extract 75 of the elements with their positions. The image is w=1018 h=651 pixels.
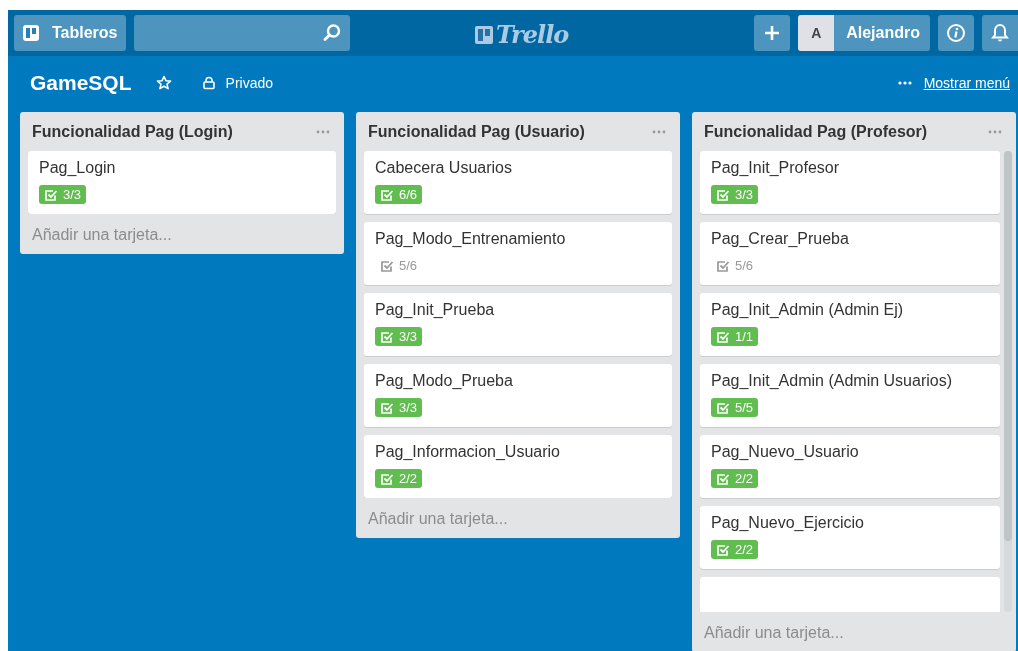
- more-icon[interactable]: [316, 130, 330, 134]
- checklist-count: 2/2: [375, 469, 423, 488]
- checklist-count: 3/3: [711, 185, 759, 204]
- show-menu-link[interactable]: Mostrar menú: [923, 75, 1010, 91]
- more-icon: [897, 81, 912, 85]
- checklist-icon: [716, 542, 730, 557]
- checklist-count: 5/6: [375, 256, 423, 275]
- card[interactable]: Pag_Modo_Prueba 3/3: [364, 364, 672, 427]
- card-title: Pag_Informacion_Usuario: [375, 443, 560, 461]
- checklist-icon: [380, 329, 394, 344]
- card[interactable]: Pag_Init_Prueba 3/3: [364, 293, 672, 356]
- more-icon[interactable]: [988, 130, 1002, 134]
- card-title: Pag_Init_Profesor: [711, 159, 840, 177]
- checklist-icon: [716, 329, 730, 344]
- lock-icon: [201, 76, 216, 90]
- card-title: Pag_Nuevo_Ejercicio: [711, 514, 864, 532]
- card[interactable]: Pag_Nuevo_Usuario 2/2: [700, 435, 1000, 498]
- card-title: Pag_Login: [39, 159, 116, 177]
- card[interactable]: Pag_Init_Profesor 3/3: [700, 151, 1000, 214]
- checklist-count: 3/3: [375, 398, 423, 417]
- add-button[interactable]: [754, 15, 791, 51]
- card[interactable]: Pag_Login 3/3: [28, 151, 336, 214]
- card-title: Pag_Crear_Prueba: [711, 230, 849, 248]
- card[interactable]: Pag_Init_Admin (Admin Usuarios) 5/5: [700, 364, 1000, 427]
- checklist-icon: [716, 400, 730, 415]
- user-button[interactable]: A Alejandro: [798, 15, 930, 51]
- scrollbar[interactable]: [1004, 151, 1012, 612]
- info-button[interactable]: [938, 15, 974, 51]
- user-name: Alejandro: [846, 24, 920, 42]
- list-title: Funcionalidad Pag (Login): [32, 123, 233, 141]
- search-field[interactable]: [133, 15, 350, 51]
- card-title: Pag_Init_Admin (Admin Usuarios): [711, 372, 952, 390]
- notifications-button[interactable]: [982, 15, 1018, 51]
- board-icon: [22, 24, 40, 42]
- checklist-icon: [44, 187, 58, 202]
- star-icon: [155, 75, 172, 91]
- card-title: Cabecera Usuarios: [375, 159, 512, 177]
- checklist-count: 5/5: [711, 398, 759, 417]
- card-title: Pag_Init_Prueba: [375, 301, 495, 319]
- checklist-count: 2/2: [711, 540, 759, 559]
- card[interactable]: Pag_Nuevo_Ejercicio 2/2: [700, 506, 1000, 569]
- checklist-icon: [716, 471, 730, 486]
- card[interactable]: Pag_Modo_Entrenamiento 5/6: [364, 222, 672, 285]
- checklist-count: 3/3: [375, 327, 423, 346]
- checklist-icon: [716, 187, 730, 202]
- plus-icon: [763, 24, 782, 42]
- checklist-icon: [380, 471, 394, 486]
- board-title: GameSQL: [30, 71, 132, 95]
- checklist-icon: [716, 258, 730, 273]
- card[interactable]: Cabecera Usuarios 6/6: [364, 151, 672, 214]
- checklist-count: 1/1: [711, 327, 759, 346]
- card-title: Pag_Modo_Prueba: [375, 372, 513, 390]
- logo-icon: [474, 24, 494, 45]
- card-title: Pag_Nuevo_Usuario: [711, 443, 859, 461]
- bell-icon: [991, 23, 1009, 43]
- search-icon: [321, 23, 342, 43]
- list-title: Funcionalidad Pag (Profesor): [704, 123, 928, 141]
- checklist-icon: [380, 187, 394, 202]
- card-title: Pag_Modo_Entrenamiento: [375, 230, 566, 248]
- avatar: A: [798, 15, 835, 51]
- more-icon[interactable]: [652, 130, 666, 134]
- logo-text: Trello: [496, 20, 569, 49]
- card[interactable]: Pag_Init_Admin (Admin Ej) 1/1: [700, 293, 1000, 356]
- info-icon: [946, 23, 966, 43]
- checklist-count: 5/6: [711, 256, 759, 275]
- checklist-icon: [380, 258, 394, 273]
- card[interactable]: Pag_Crear_Prueba 5/6: [700, 222, 1000, 285]
- list-title: Funcionalidad Pag (Usuario): [368, 123, 585, 141]
- visibility-button[interactable]: Privado: [195, 71, 279, 95]
- checklist-icon: [380, 400, 394, 415]
- checklist-count: 6/6: [375, 185, 423, 204]
- checklist-count: 2/2: [711, 469, 759, 488]
- card-title: Pag_Init_Admin (Admin Ej): [711, 301, 904, 319]
- checklist-count: 3/3: [39, 185, 87, 204]
- card[interactable]: Pag_Informacion_Usuario 2/2: [364, 435, 672, 498]
